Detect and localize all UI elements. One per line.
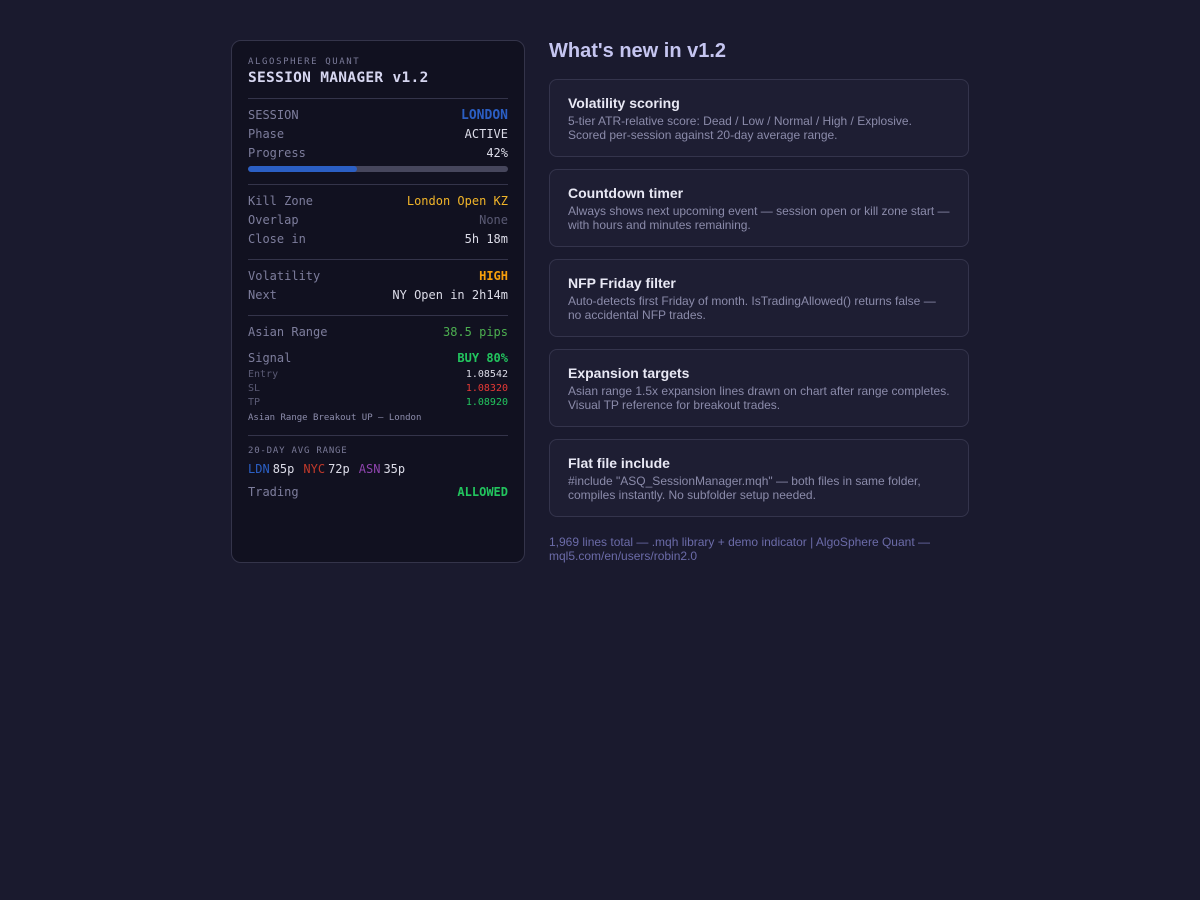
overlap-row: Overlap None xyxy=(248,211,508,230)
overlap-label: Overlap xyxy=(248,213,299,227)
avg-range-label: 20-DAY AVG RANGE xyxy=(248,446,348,456)
trading-label: Trading xyxy=(248,485,299,499)
avg-range-asn-value: 35p xyxy=(383,462,406,476)
volatility-label: Volatility xyxy=(248,269,321,283)
volatility-row: Volatility HIGH xyxy=(248,267,508,286)
divider xyxy=(248,259,508,260)
feature-card-description: #include "ASQ_SessionManager.mqh" — both… xyxy=(568,474,921,502)
session-manager-panel: ALGOSPHERE QUANT SESSION MANAGER v1.2 SE… xyxy=(231,40,525,563)
phase-row: Phase ACTIVE xyxy=(248,125,508,144)
feature-card-title: Countdown timer xyxy=(568,185,684,201)
kill-zone-row: Kill Zone London Open KZ xyxy=(248,192,508,211)
sl-label: SL xyxy=(248,383,261,394)
asian-range-row: Asian Range 38.5 pips xyxy=(248,323,508,342)
feature-card: NFP Friday filter Auto-detects first Fri… xyxy=(549,259,969,337)
kill-zone-value: London Open KZ xyxy=(406,194,508,208)
signal-note: Asian Range Breakout UP — London xyxy=(248,413,422,423)
tp-value: 1.08920 xyxy=(465,397,508,408)
next-event-label: Next xyxy=(248,288,277,302)
next-event-value: NY Open in 2h14m xyxy=(392,288,508,302)
divider xyxy=(248,315,508,316)
asian-range-label: Asian Range xyxy=(248,325,328,339)
volatility-value: HIGH xyxy=(479,269,508,283)
session-row: SESSION LONDON xyxy=(248,106,508,125)
feature-card: Expansion targets Asian range 1.5x expan… xyxy=(549,349,969,427)
avg-range-ldn-value: 85p xyxy=(272,462,295,476)
entry-row: Entry 1.08542 xyxy=(248,368,508,382)
tp-label: TP xyxy=(248,397,261,408)
trading-row: Trading ALLOWED xyxy=(248,483,508,502)
feature-card-title: Volatility scoring xyxy=(568,95,680,111)
close-in-value: 5h 18m xyxy=(464,232,508,246)
feature-card-description: Always shows next upcoming event — sessi… xyxy=(568,204,950,232)
progress-bar-fill xyxy=(248,166,358,172)
feature-card-title: Flat file include xyxy=(568,455,670,471)
progress-bar xyxy=(248,166,508,172)
avg-range-values: LDN 85p NYC 72p ASN 35p xyxy=(248,460,508,478)
entry-value: 1.08542 xyxy=(465,369,508,380)
progress-value: 42% xyxy=(486,146,508,160)
kill-zone-label: Kill Zone xyxy=(248,194,314,208)
signal-row: Signal BUY 80% xyxy=(248,349,508,368)
asian-range-value: 38.5 pips xyxy=(442,325,508,339)
feature-card-description: Auto-detects first Friday of month. IsTr… xyxy=(568,294,936,322)
feature-card: Countdown timer Always shows next upcomi… xyxy=(549,169,969,247)
signal-label: Signal xyxy=(248,351,292,365)
avg-range-ldn-name: LDN xyxy=(248,462,270,476)
divider xyxy=(248,435,508,436)
feature-card-title: NFP Friday filter xyxy=(568,275,676,291)
sl-value: 1.08320 xyxy=(465,383,508,394)
whats-new-heading: What's new in v1.2 xyxy=(549,40,727,62)
avg-range-asn-name: ASN xyxy=(358,462,381,476)
feature-cards: Volatility scoring 5-tier ATR-relative s… xyxy=(549,79,969,529)
tp-row: TP 1.08920 xyxy=(248,396,508,410)
session-label: SESSION xyxy=(248,108,299,122)
signal-value: BUY 80% xyxy=(457,351,508,365)
session-value: LONDON xyxy=(461,108,508,123)
avg-range-nyc-value: 72p xyxy=(328,462,350,476)
panel-title: SESSION MANAGER v1.2 xyxy=(248,70,429,86)
feature-card-title: Expansion targets xyxy=(568,365,690,381)
close-in-label: Close in xyxy=(248,232,306,246)
progress-label: Progress xyxy=(248,146,306,160)
sl-row: SL 1.08320 xyxy=(248,382,508,396)
panel-brand: ALGOSPHERE QUANT xyxy=(248,57,361,67)
footer-note: 1,969 lines total — .mqh library + demo … xyxy=(549,535,930,563)
progress-row: Progress 42% xyxy=(248,144,508,163)
overlap-value: None xyxy=(479,213,508,227)
phase-value: ACTIVE xyxy=(464,127,508,141)
feature-card: Volatility scoring 5-tier ATR-relative s… xyxy=(549,79,969,157)
feature-card-description: 5-tier ATR-relative score: Dead / Low / … xyxy=(568,114,912,142)
divider xyxy=(248,184,508,185)
next-event-row: Next NY Open in 2h14m xyxy=(248,286,508,305)
feature-card: Flat file include #include "ASQ_SessionM… xyxy=(549,439,969,517)
divider xyxy=(248,98,508,99)
entry-label: Entry xyxy=(248,369,279,380)
feature-card-description: Asian range 1.5x expansion lines drawn o… xyxy=(568,384,950,412)
close-in-row: Close in 5h 18m xyxy=(248,230,508,249)
trading-value: ALLOWED xyxy=(457,485,508,499)
phase-label: Phase xyxy=(248,127,285,141)
avg-range-nyc-name: NYC xyxy=(303,462,326,476)
